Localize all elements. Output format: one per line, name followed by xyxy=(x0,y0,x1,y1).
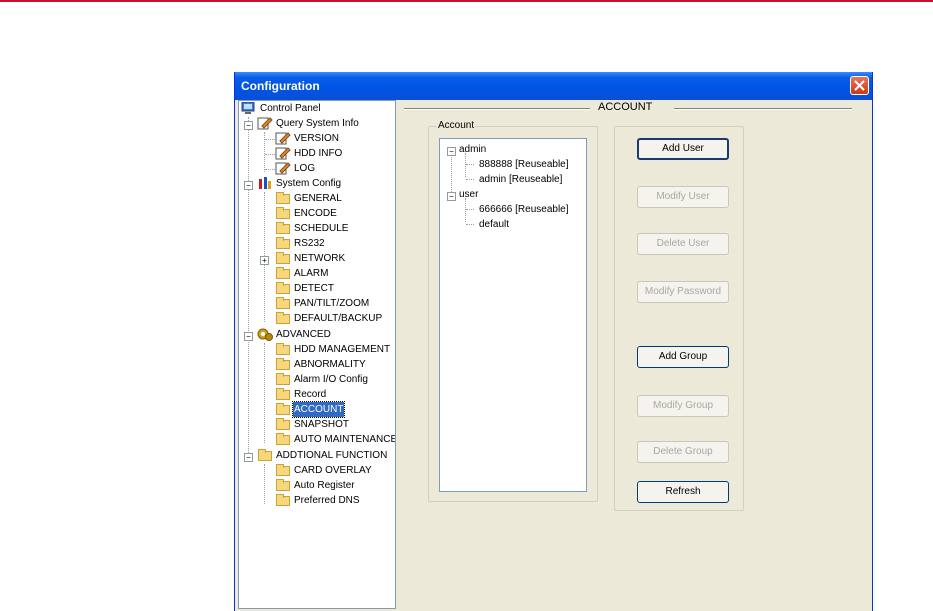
config-tree[interactable]: Control Panel − Query System Info VERSIO… xyxy=(238,100,396,609)
folder-icon xyxy=(276,192,290,204)
modify-user-button[interactable]: Modify User xyxy=(637,186,729,208)
folder-icon xyxy=(276,464,290,476)
folder-icon xyxy=(276,418,290,430)
open-folder-icon xyxy=(276,403,290,415)
delete-user-button[interactable]: Delete User xyxy=(637,233,729,255)
delete-group-button[interactable]: Delete Group xyxy=(637,441,729,463)
panel-title: ACCOUNT xyxy=(598,101,653,113)
folder-icon xyxy=(276,282,290,294)
note-pencil-icon xyxy=(257,117,273,130)
tree-line xyxy=(265,154,275,155)
expand-toggle[interactable]: + xyxy=(260,256,269,265)
tree-line xyxy=(264,132,265,172)
folder-icon xyxy=(276,494,290,506)
modify-group-button[interactable]: Modify Group xyxy=(637,395,729,417)
folder-icon xyxy=(276,343,290,355)
tree-line xyxy=(265,169,275,170)
close-icon xyxy=(854,80,865,91)
tree-line xyxy=(466,209,474,210)
collapse-toggle[interactable]: − xyxy=(244,121,253,130)
folder-icon xyxy=(258,449,272,461)
folder-icon xyxy=(276,207,290,219)
top-red-rule xyxy=(0,0,933,2)
folder-icon xyxy=(276,358,290,370)
folder-icon xyxy=(276,222,290,234)
folder-icon xyxy=(276,267,290,279)
add-user-button[interactable]: Add User xyxy=(637,138,729,160)
tree-line xyxy=(264,464,265,504)
actions-groupbox: Add User Modify User Delete User Modify … xyxy=(614,126,744,511)
tree-line xyxy=(451,154,452,194)
note-pencil-icon xyxy=(275,147,291,160)
tree-line xyxy=(248,117,249,457)
add-group-button[interactable]: Add Group xyxy=(637,346,729,368)
note-pencil-icon xyxy=(275,132,291,145)
divider xyxy=(674,108,852,110)
modify-password-button[interactable]: Modify Password xyxy=(637,281,729,303)
folder-icon xyxy=(276,388,290,400)
account-group-label: Account xyxy=(437,120,476,131)
account-groupbox: Account − admin 888888 [Reuseable] admin… xyxy=(428,120,598,502)
refresh-button[interactable]: Refresh xyxy=(637,481,729,503)
configuration-window: Configuration Control Panel − Query Syst… xyxy=(234,72,873,611)
folder-icon xyxy=(276,433,290,445)
folder-icon xyxy=(276,479,290,491)
title-bar[interactable]: Configuration xyxy=(235,72,872,100)
monitor-icon xyxy=(241,102,255,114)
account-tree-list[interactable]: − admin 888888 [Reuseable] admin [Reusea… xyxy=(439,138,587,492)
gears-icon xyxy=(257,328,273,341)
divider xyxy=(404,108,590,110)
collapse-toggle[interactable]: − xyxy=(244,181,253,190)
close-button[interactable] xyxy=(850,76,869,95)
folder-icon xyxy=(276,237,290,249)
tree-line xyxy=(265,139,275,140)
folder-icon xyxy=(276,252,290,264)
tree-line xyxy=(264,343,265,443)
collapse-toggle[interactable]: − xyxy=(244,332,253,341)
account-panel: ACCOUNT Account − admin 888888 [Reuseabl… xyxy=(398,100,872,609)
collapse-toggle[interactable]: − xyxy=(244,453,253,462)
folder-icon xyxy=(276,297,290,309)
tree-line xyxy=(466,224,474,225)
tree-line xyxy=(466,179,474,180)
collapse-toggle[interactable]: − xyxy=(447,147,456,156)
tree-line xyxy=(466,164,474,165)
folder-icon xyxy=(276,312,290,324)
window-title: Configuration xyxy=(241,79,320,93)
folder-icon xyxy=(276,373,290,385)
collapse-toggle[interactable]: − xyxy=(447,192,456,201)
tools-icon xyxy=(259,177,271,189)
note-pencil-icon xyxy=(275,162,291,175)
